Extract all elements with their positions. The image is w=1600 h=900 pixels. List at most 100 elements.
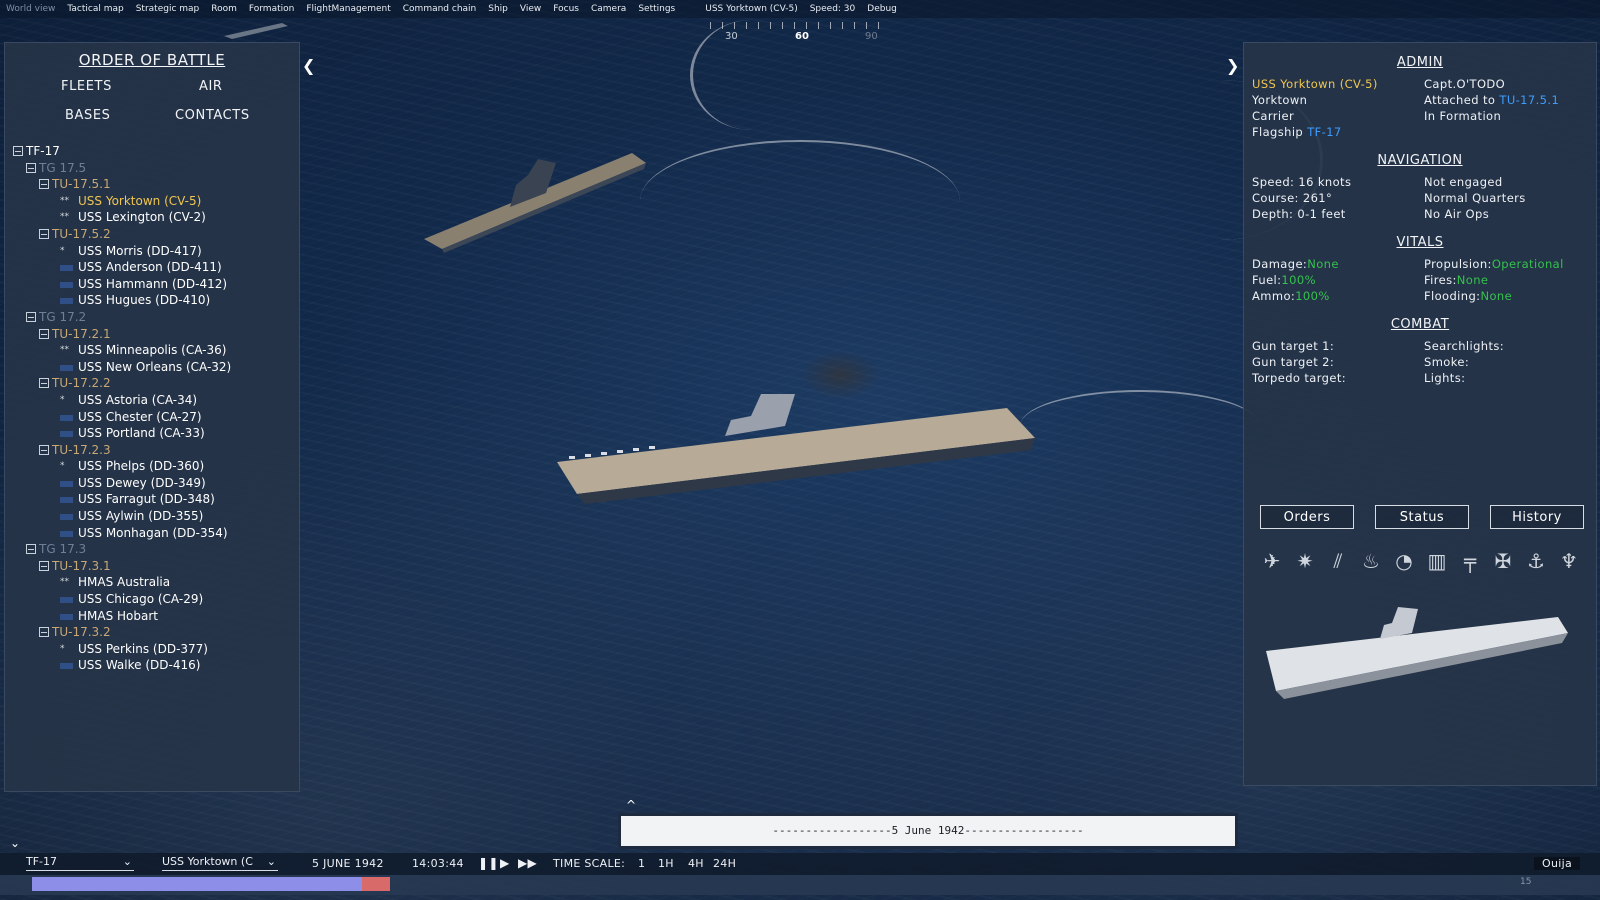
collapse-right-panel-arrow-icon[interactable]: ❯: [1226, 56, 1239, 75]
tree-ship-item[interactable]: ** USS Minneapolis (CA-36): [13, 342, 293, 359]
fast-forward-icon[interactable]: ▶▶: [518, 856, 537, 870]
factory-icon[interactable]: ♨: [1359, 549, 1383, 573]
menu-item-view[interactable]: View: [514, 4, 547, 14]
tree-ship-item[interactable]: * USS Astoria (CA-34): [13, 392, 293, 409]
ouija-button[interactable]: Ouija: [1534, 857, 1580, 870]
history-button[interactable]: History: [1490, 505, 1584, 529]
tree-group-item[interactable]: TU-17.5.2: [13, 226, 293, 243]
tree-item-label: USS Anderson (DD-411): [78, 260, 222, 275]
tree-ship-item[interactable]: USS Chicago (CA-29): [13, 591, 293, 608]
tree-ship-item[interactable]: * USS Perkins (DD-377): [13, 641, 293, 658]
tree-ship-item[interactable]: USS Monhagan (DD-354): [13, 525, 293, 542]
attached-unit-link[interactable]: TU-17.5.1: [1499, 93, 1559, 107]
menu-item-ship[interactable]: Ship: [482, 4, 514, 14]
tab-fleets[interactable]: FLEETS: [61, 79, 112, 94]
tree-ship-item[interactable]: USS Walke (DD-416): [13, 657, 293, 674]
group-select[interactable]: TF-17 ⌄: [26, 855, 134, 871]
flagship-link[interactable]: TF-17: [1307, 125, 1341, 139]
menu-item-focus[interactable]: Focus: [547, 4, 585, 14]
menu-item-settings[interactable]: Settings: [632, 4, 681, 14]
menu-item-command-chain[interactable]: Command chain: [397, 4, 483, 14]
play-icon[interactable]: ▶: [500, 856, 510, 870]
tree-ship-item[interactable]: ** USS Lexington (CV-2): [13, 209, 293, 226]
tree-group-item[interactable]: TU-17.3.2: [13, 624, 293, 641]
tree-ship-item[interactable]: ** HMAS Australia: [13, 574, 293, 591]
menu-item-flight-management[interactable]: FlightManagement: [300, 4, 396, 14]
menu-item-formation[interactable]: Formation: [243, 4, 300, 14]
chevron-down-icon[interactable]: ⌄: [10, 836, 20, 850]
compass-label: 60: [795, 31, 809, 42]
tree-ship-item[interactable]: USS New Orleans (CA-32): [13, 359, 293, 376]
collapse-toggle-icon[interactable]: [39, 560, 49, 571]
collapse-toggle-icon[interactable]: [39, 444, 49, 455]
tab-air[interactable]: AIR: [199, 79, 223, 94]
tree-ship-item[interactable]: * USS Phelps (DD-360): [13, 458, 293, 475]
tools-icon[interactable]: ✠: [1491, 549, 1515, 573]
menu-item-room[interactable]: Room: [205, 4, 243, 14]
tree-group-item[interactable]: TU-17.2.3: [13, 442, 293, 459]
time-scale-1[interactable]: 1: [638, 857, 645, 870]
menu-item-debug[interactable]: Debug: [861, 4, 903, 14]
ship-select[interactable]: USS Yorktown (C ⌄: [162, 855, 278, 871]
tree-ship-item[interactable]: USS Aylwin (DD-355): [13, 508, 293, 525]
menu-item-strategic-map[interactable]: Strategic map: [130, 4, 206, 14]
tree-ship-item[interactable]: USS Anderson (DD-411): [13, 259, 293, 276]
depth-readout: Depth: 0-1 feet: [1252, 207, 1346, 221]
aircraft-icon[interactable]: ✈: [1260, 549, 1284, 573]
chevron-down-icon: ⌄: [122, 855, 132, 868]
fire-icon[interactable]: ♆: [1557, 549, 1581, 573]
collapse-left-panel-arrow-icon[interactable]: ❮: [302, 56, 315, 75]
time-scale-4h[interactable]: 4H: [688, 857, 704, 870]
tree-group-item[interactable]: TG 17.3: [13, 541, 293, 558]
anchor-icon[interactable]: ⚓: [1524, 549, 1548, 573]
tree-ship-item[interactable]: USS Dewey (DD-349): [13, 475, 293, 492]
tree-group-item[interactable]: TF-17: [13, 143, 293, 160]
flag-icon: [60, 414, 73, 421]
time-scale-1h[interactable]: 1H: [658, 857, 674, 870]
carrier-yorktown[interactable]: [555, 390, 1045, 520]
catapult-icon[interactable]: ✷: [1293, 549, 1317, 573]
tree-item-label: USS Morris (DD-417): [78, 243, 202, 258]
collapse-toggle-icon[interactable]: [39, 378, 49, 389]
tree-ship-item[interactable]: USS Portland (CA-33): [13, 425, 293, 442]
time-scale-24h[interactable]: 24H: [713, 857, 736, 870]
tree-group-item[interactable]: TU-17.2.1: [13, 326, 293, 343]
timeline-track[interactable]: 15: [0, 875, 1600, 895]
tree-ship-item[interactable]: ** USS Yorktown (CV-5): [13, 193, 293, 210]
tree-ship-item[interactable]: * USS Morris (DD-417): [13, 243, 293, 260]
status-button[interactable]: Status: [1375, 505, 1469, 529]
log-expand-caret-icon[interactable]: ^: [626, 798, 636, 812]
tree-group-item[interactable]: TG 17.5: [13, 160, 293, 177]
tab-bases[interactable]: BASES: [65, 108, 111, 123]
tree-ship-item[interactable]: USS Chester (CA-27): [13, 409, 293, 426]
timeline-marker[interactable]: [362, 877, 390, 891]
collapse-toggle-icon[interactable]: [39, 179, 49, 190]
tab-contacts[interactable]: CONTACTS: [175, 108, 250, 123]
collapse-toggle-icon[interactable]: [26, 162, 36, 173]
orders-button[interactable]: Orders: [1260, 505, 1354, 529]
carrier-lexington[interactable]: [420, 145, 660, 255]
collapse-toggle-icon[interactable]: [39, 627, 49, 638]
escort-ship[interactable]: [222, 20, 292, 40]
tree-ship-item[interactable]: USS Farragut (DD-348): [13, 491, 293, 508]
pause-icon[interactable]: ❚❚: [478, 856, 499, 870]
tree-group-item[interactable]: TU-17.2.2: [13, 375, 293, 392]
crane-icon[interactable]: ╤: [1458, 549, 1482, 573]
collapse-toggle-icon[interactable]: [39, 228, 49, 239]
tree-group-item[interactable]: TU-17.3.1: [13, 558, 293, 575]
tree-group-item[interactable]: TG 17.2: [13, 309, 293, 326]
tree-ship-item[interactable]: USS Hammann (DD-412): [13, 276, 293, 293]
collapse-toggle-icon[interactable]: [39, 328, 49, 339]
tree-ship-item[interactable]: USS Hugues (DD-410): [13, 292, 293, 309]
radar-icon[interactable]: ◔: [1392, 549, 1416, 573]
menu-item-camera[interactable]: Camera: [585, 4, 632, 14]
tree-ship-item[interactable]: HMAS Hobart: [13, 608, 293, 625]
menu-item-tactical-map[interactable]: Tactical map: [61, 4, 129, 14]
collapse-toggle-icon[interactable]: [26, 311, 36, 322]
barrier-icon[interactable]: ▥: [1425, 549, 1449, 573]
missile-icon[interactable]: ⫽: [1326, 549, 1350, 573]
tree-group-item[interactable]: TU-17.5.1: [13, 176, 293, 193]
collapse-toggle-icon[interactable]: [26, 544, 36, 555]
collapse-toggle-icon[interactable]: [13, 146, 23, 156]
menu-item-world-view[interactable]: World view: [0, 4, 61, 14]
